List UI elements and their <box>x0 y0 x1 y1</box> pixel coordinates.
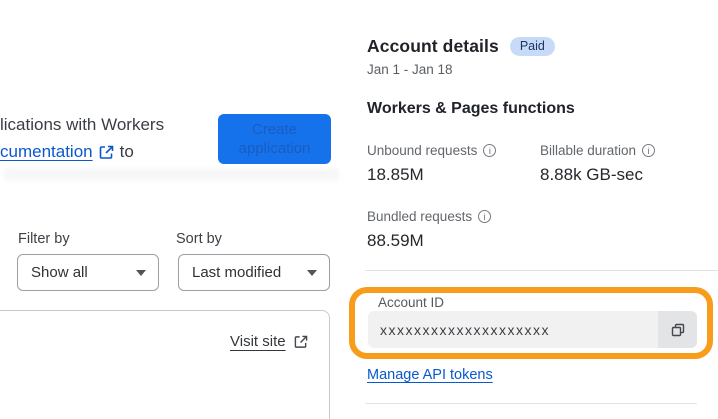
stat-label-text: Billable duration <box>540 143 637 158</box>
sort-dropdown[interactable]: Last modified <box>178 254 330 291</box>
info-icon[interactable]: i <box>483 144 497 157</box>
faded-text-artifact <box>4 168 339 181</box>
stat-label-text: Unbound requests <box>367 143 478 158</box>
external-link-icon <box>294 335 308 349</box>
workers-pages-dashboard: lications with Workers cumentation to Cr… <box>0 0 718 419</box>
sort-dropdown-value: Last modified <box>192 264 282 281</box>
chevron-down-icon <box>307 269 317 276</box>
copy-icon <box>670 322 686 338</box>
info-icon[interactable]: i <box>478 210 492 223</box>
account-details-header: Account details Paid <box>367 36 555 57</box>
filter-by-label: Filter by <box>18 231 70 247</box>
account-id-input[interactable] <box>368 311 658 348</box>
stat-label-text: Bundled requests <box>367 209 473 224</box>
divider <box>365 403 697 404</box>
filter-dropdown-value: Show all <box>31 264 88 281</box>
account-id-label: Account ID <box>378 295 445 310</box>
account-details-panel: Account details Paid Jan 1 - Jan 18 Work… <box>349 0 718 419</box>
info-icon[interactable]: i <box>642 144 656 157</box>
paid-plan-badge: Paid <box>509 36 555 57</box>
external-link-icon <box>99 145 114 160</box>
stat-unbound-requests-value: 18.85M <box>367 165 424 184</box>
manage-api-tokens-link[interactable]: Manage API tokens <box>367 367 493 383</box>
sort-by-label: Sort by <box>176 231 222 247</box>
stat-bundled-requests-label: Bundled requests i <box>367 209 492 224</box>
intro-text-after-link: to <box>119 142 134 161</box>
stat-unbound-requests-label: Unbound requests i <box>367 143 497 158</box>
usage-section-title: Workers & Pages functions <box>367 100 575 117</box>
intro-text-line1: lications with Workers <box>0 115 165 134</box>
billing-date-range: Jan 1 - Jan 18 <box>367 62 453 77</box>
intro-text-line2: cumentation to <box>0 142 134 162</box>
chevron-down-icon <box>136 269 146 276</box>
stat-bundled-requests-value: 88.59M <box>367 231 424 250</box>
visit-site-label: Visit site <box>230 333 286 350</box>
visit-site-link[interactable]: Visit site <box>230 333 308 350</box>
divider <box>365 270 718 271</box>
account-details-title: Account details <box>367 36 499 56</box>
account-id-field-group <box>368 311 697 348</box>
application-card <box>0 310 330 419</box>
filter-dropdown[interactable]: Show all <box>17 254 159 291</box>
copy-account-id-button[interactable] <box>658 311 697 348</box>
stat-billable-duration-value: 8.88k GB-sec <box>540 165 643 184</box>
documentation-link[interactable]: cumentation <box>0 142 93 162</box>
create-application-button[interactable]: Create application <box>218 114 331 164</box>
stat-billable-duration-label: Billable duration i <box>540 143 656 158</box>
